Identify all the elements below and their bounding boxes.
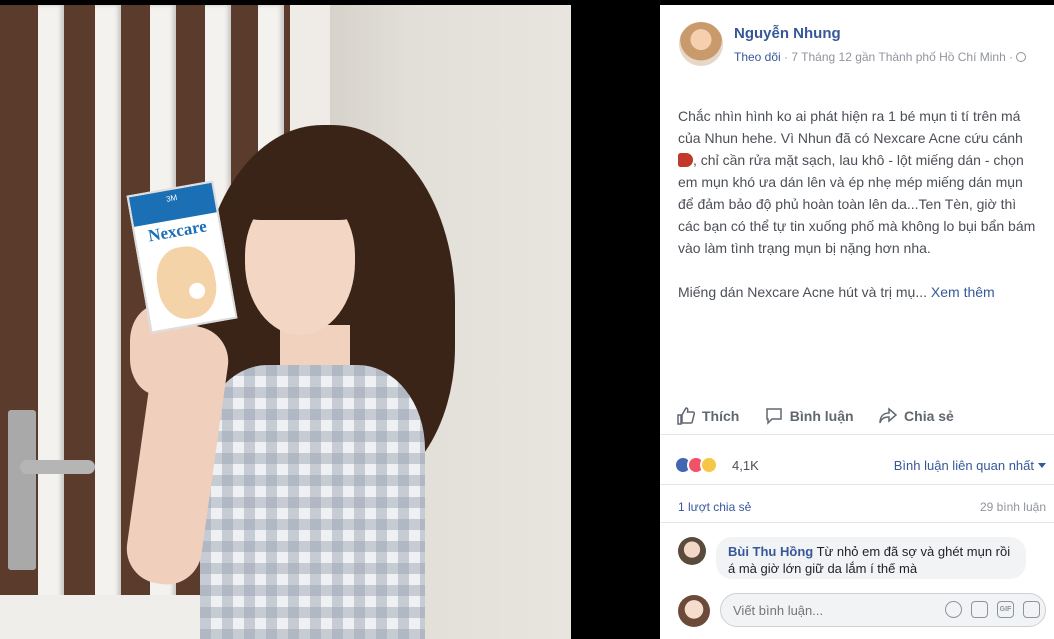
- photo-viewer: 3M Nexcare Nguyễn Nhung Theo dõi · 7 Thá…: [0, 0, 1054, 639]
- author-avatar[interactable]: [679, 22, 723, 66]
- reaction-count[interactable]: 4,1K: [732, 458, 759, 473]
- post-paragraph-text: Miếng dán Nexcare Acne hút và trị mụ...: [678, 284, 931, 300]
- chevron-down-icon: [1038, 463, 1046, 468]
- composer-icons: GIF: [945, 601, 1040, 618]
- like-label: Thích: [702, 408, 740, 424]
- haha-reaction-icon: [700, 456, 718, 474]
- thumbs-up-icon: [677, 407, 696, 425]
- comment-count[interactable]: 29 bình luận: [980, 500, 1046, 514]
- comment-bubble: Bùi Thu Hồng Từ nhỏ em đã sợ và ghét mụn…: [716, 537, 1026, 579]
- post-paragraph-text: Chắc nhìn hình ko ai phát hiện ra 1 bé m…: [678, 108, 1023, 146]
- post-header: Nguyễn Nhung Theo dõi · 7 Tháng 12 gần T…: [660, 5, 1054, 90]
- gif-icon[interactable]: GIF: [997, 601, 1014, 618]
- door-handle-plate: [8, 410, 36, 570]
- post-date[interactable]: 7 Tháng 12: [791, 50, 852, 64]
- share-count[interactable]: 1 lượt chia sẻ: [678, 500, 751, 514]
- post-location[interactable]: Thành phố Hồ Chí Minh: [878, 50, 1005, 64]
- post-meta: Theo dõi · 7 Tháng 12 gần Thành phố Hồ C…: [734, 49, 1044, 66]
- photo-dress: [200, 365, 425, 639]
- post-side-panel: Nguyễn Nhung Theo dõi · 7 Tháng 12 gần T…: [660, 5, 1054, 639]
- reactions-bar: 4,1K Bình luận liên quan nhất: [660, 445, 1054, 485]
- follow-link[interactable]: Theo dõi: [734, 50, 781, 64]
- meta-dot: ·: [1005, 50, 1017, 64]
- emoji-icon[interactable]: [945, 601, 962, 618]
- door-bar: [38, 5, 64, 639]
- post-paragraph: Miếng dán Nexcare Acne hút và trị mụ... …: [678, 281, 1040, 303]
- dress-emoji-icon: [678, 153, 693, 167]
- camera-icon[interactable]: [971, 601, 988, 618]
- share-arrow-icon: [879, 407, 898, 424]
- comment-button[interactable]: Bình luận: [764, 397, 854, 435]
- comment-composer: GIF: [678, 589, 1048, 631]
- sticker-icon[interactable]: [1023, 601, 1040, 618]
- share-label: Chia sẻ: [904, 408, 954, 424]
- post-body: Chắc nhìn hình ko ai phát hiện ra 1 bé m…: [678, 105, 1040, 325]
- comment-sort-label: Bình luận liên quan nhất: [893, 458, 1034, 473]
- current-user-avatar: [678, 595, 710, 627]
- product-box-illustration: [151, 242, 222, 324]
- commenter-name[interactable]: Bùi Thu Hồng: [728, 544, 813, 559]
- reaction-icons[interactable]: [674, 456, 718, 474]
- like-button[interactable]: Thích: [676, 397, 739, 435]
- globe-icon: [1016, 52, 1027, 62]
- door-bar: [95, 5, 121, 639]
- speech-bubble-icon: [766, 408, 782, 425]
- author-name[interactable]: Nguyễn Nhung: [734, 25, 841, 42]
- photo-bangs: [235, 155, 365, 220]
- post-photo[interactable]: 3M Nexcare: [0, 5, 571, 639]
- location-prefix: gần: [851, 50, 879, 64]
- post-stats: 1 lượt chia sẻ 29 bình luận: [660, 493, 1054, 523]
- post-paragraph-text: , chỉ cần rửa mặt sạch, lau khô - lột mi…: [678, 152, 1036, 256]
- meta-separator: ·: [780, 50, 792, 64]
- comment-sort-dropdown[interactable]: Bình luận liên quan nhất: [894, 458, 1046, 473]
- see-more-link[interactable]: Xem thêm: [931, 284, 995, 300]
- comment-label: Bình luận: [789, 408, 854, 424]
- post-paragraph: Chắc nhìn hình ko ai phát hiện ra 1 bé m…: [678, 105, 1040, 259]
- door-handle: [20, 460, 95, 474]
- post-actions: Thích Bình luận Chia sẻ: [660, 397, 1054, 435]
- share-button[interactable]: Chia sẻ: [878, 397, 954, 435]
- commenter-avatar[interactable]: [678, 537, 706, 565]
